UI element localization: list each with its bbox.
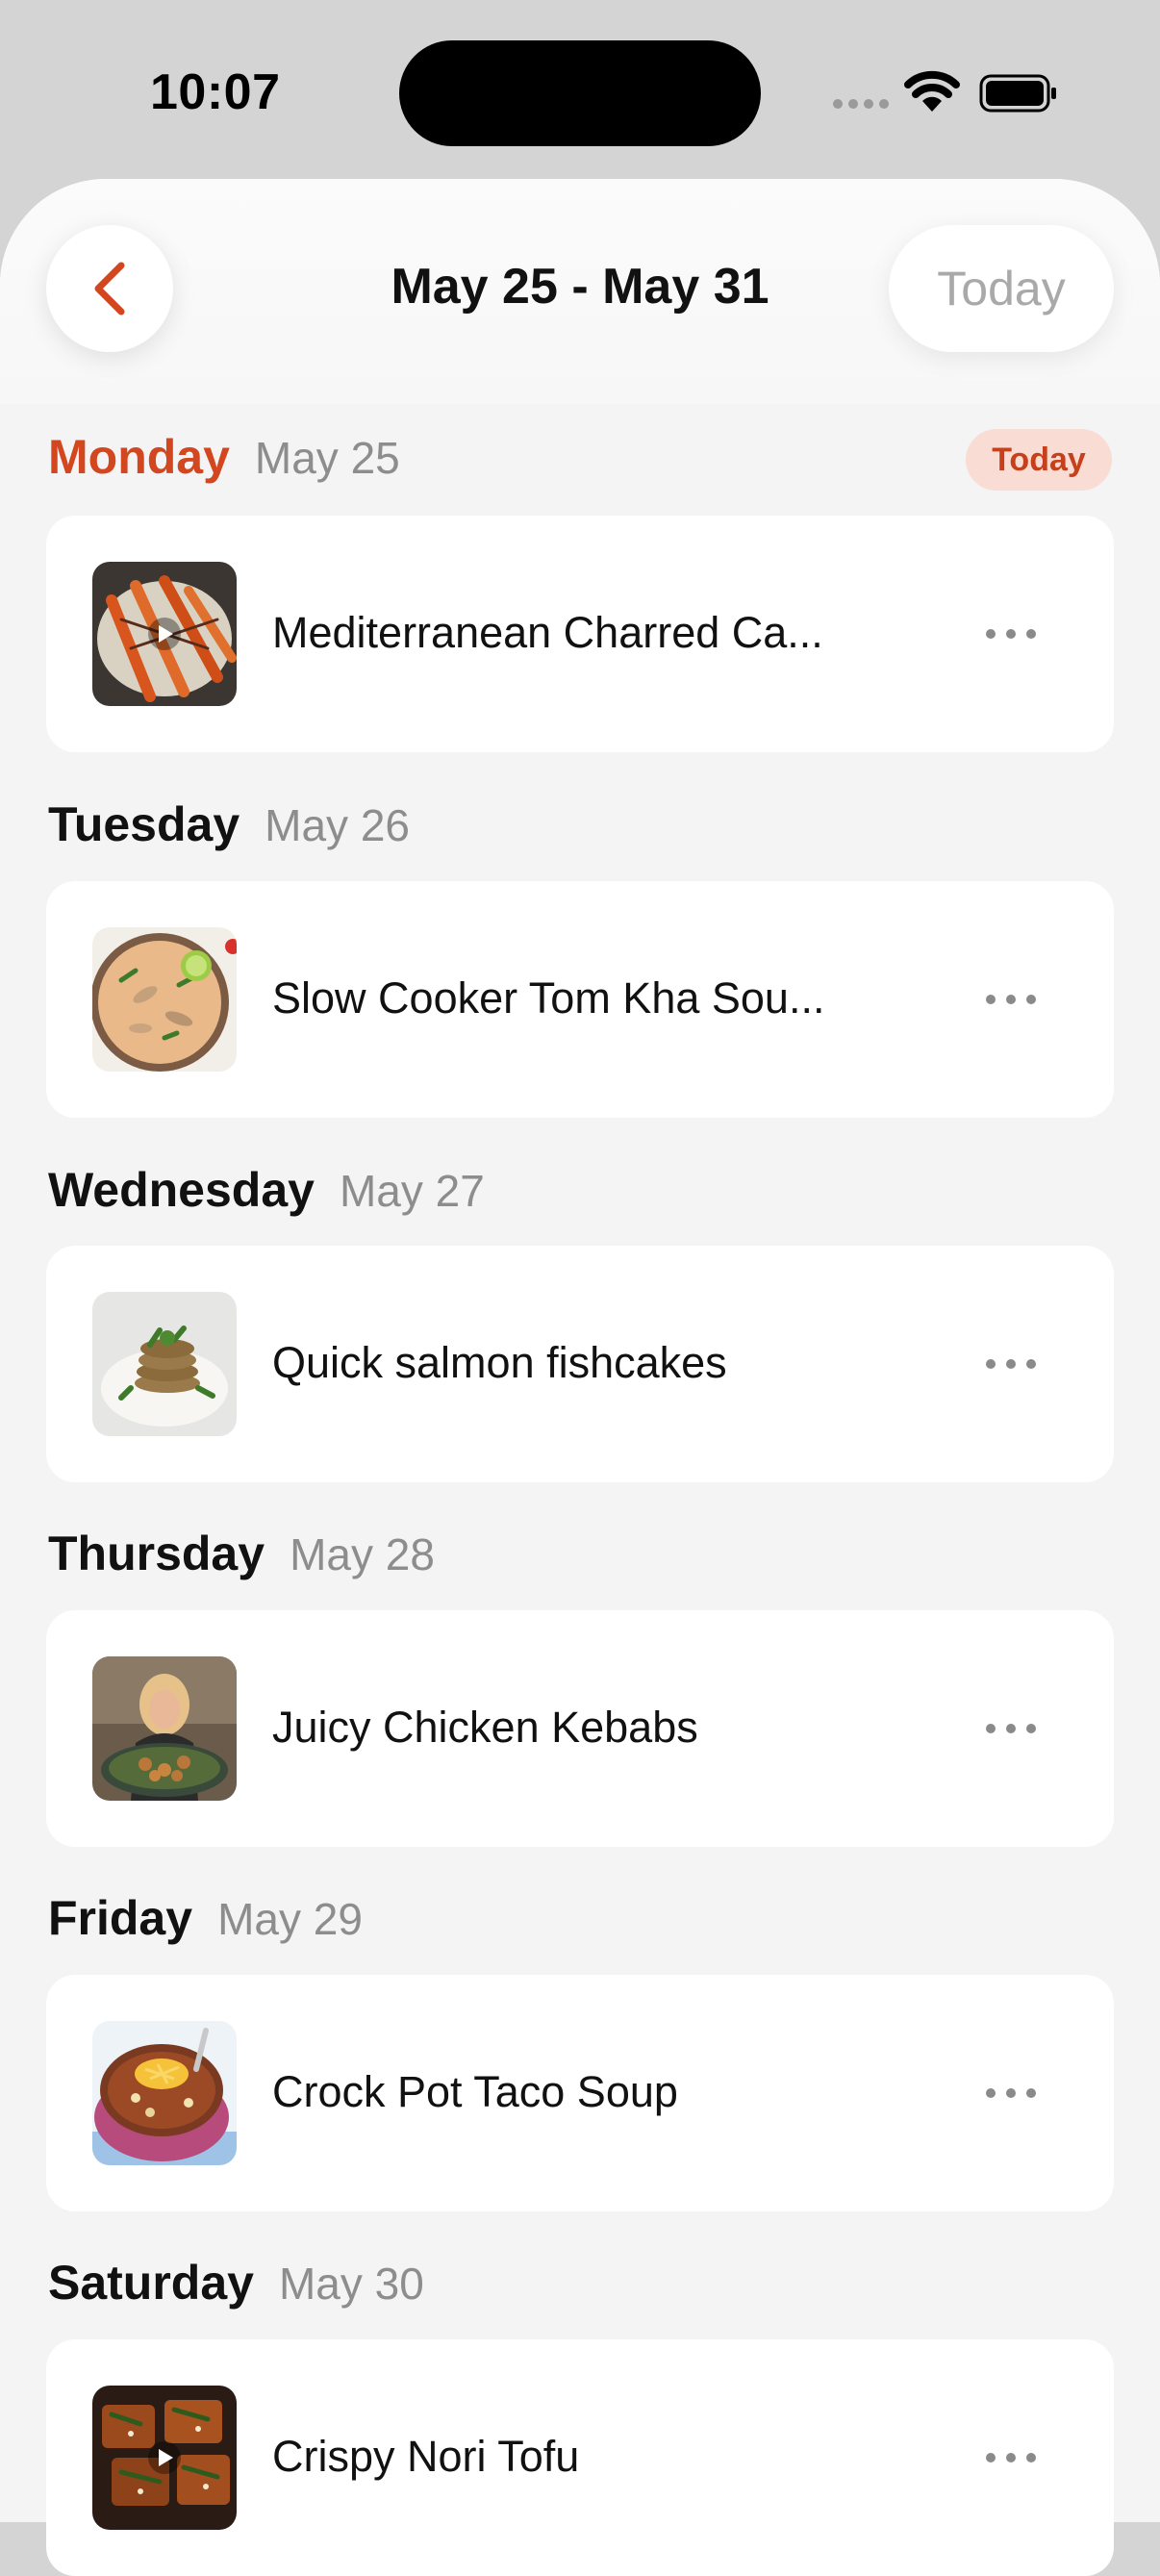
day-name: Tuesday xyxy=(48,797,240,851)
cellular-signal-icon xyxy=(833,99,889,109)
more-options-button[interactable] xyxy=(968,1700,1054,1757)
meal-card-thursday[interactable]: Juicy Chicken Kebabs xyxy=(46,1610,1114,1847)
day-date: May 25 xyxy=(254,433,400,483)
day-date: May 27 xyxy=(339,1166,485,1216)
today-button[interactable]: Today xyxy=(889,225,1114,352)
ellipsis-icon xyxy=(986,1724,1036,1733)
recipe-title: Quick salmon fishcakes xyxy=(272,1338,727,1387)
more-options-button[interactable] xyxy=(968,2429,1054,2487)
meal-card-wednesday[interactable]: Quick salmon fishcakes xyxy=(46,1246,1114,1482)
meal-card-saturday[interactable]: Crispy Nori Tofu xyxy=(46,2339,1114,2576)
chicken-kebabs-photo xyxy=(92,1656,237,1801)
recipe-title: Crock Pot Taco Soup xyxy=(272,2067,678,2116)
ellipsis-icon xyxy=(986,629,1036,639)
day-header-wednesday: Wednesday May 27 xyxy=(48,1162,485,1229)
today-badge: Today xyxy=(966,429,1112,491)
ellipsis-icon xyxy=(986,1359,1036,1369)
nori-tofu-photo xyxy=(92,2386,237,2530)
more-options-button[interactable] xyxy=(968,2064,1054,2122)
dynamic-island xyxy=(399,40,761,146)
day-name: Wednesday xyxy=(48,1163,315,1217)
day-date: May 30 xyxy=(278,2259,424,2309)
day-date: May 26 xyxy=(265,800,411,850)
taco-soup-photo xyxy=(92,2021,237,2165)
tom-kha-soup-photo xyxy=(92,927,237,1072)
day-header-tuesday: Tuesday May 26 xyxy=(48,796,410,864)
recipe-title: Crispy Nori Tofu xyxy=(272,2432,580,2481)
day-date: May 28 xyxy=(290,1529,435,1579)
day-header-saturday: Saturday May 30 xyxy=(48,2255,424,2322)
battery-icon xyxy=(979,74,1056,113)
ellipsis-icon xyxy=(986,995,1036,1004)
status-bar: 10:07 xyxy=(0,0,1160,183)
charred-carrots-photo xyxy=(92,562,237,706)
meal-card-tuesday[interactable]: Slow Cooker Tom Kha Sou... xyxy=(46,881,1114,1118)
day-header-friday: Friday May 29 xyxy=(48,1890,363,1957)
more-options-button[interactable] xyxy=(968,605,1054,663)
week-header: May 25 - May 31 Today xyxy=(0,179,1160,404)
recipe-title: Mediterranean Charred Ca... xyxy=(272,608,823,657)
wifi-icon xyxy=(904,70,960,112)
day-name: Friday xyxy=(48,1891,193,1945)
recipe-title: Slow Cooker Tom Kha Sou... xyxy=(272,973,825,1023)
day-header-monday: Monday May 25 xyxy=(48,429,400,496)
ellipsis-icon xyxy=(986,2088,1036,2098)
day-name: Thursday xyxy=(48,1527,265,1580)
day-name: Monday xyxy=(48,430,230,484)
meal-card-friday[interactable]: Crock Pot Taco Soup xyxy=(46,1975,1114,2211)
recipe-title: Juicy Chicken Kebabs xyxy=(272,1703,698,1752)
ellipsis-icon xyxy=(986,2453,1036,2462)
status-time: 10:07 xyxy=(150,64,281,120)
meal-card-monday[interactable]: Mediterranean Charred Ca... xyxy=(46,516,1114,752)
salmon-fishcakes-photo xyxy=(92,1292,237,1436)
day-name: Saturday xyxy=(48,2256,254,2310)
day-header-thursday: Thursday May 28 xyxy=(48,1526,435,1593)
more-options-button[interactable] xyxy=(968,1335,1054,1393)
more-options-button[interactable] xyxy=(968,971,1054,1028)
day-date: May 29 xyxy=(217,1894,363,1944)
